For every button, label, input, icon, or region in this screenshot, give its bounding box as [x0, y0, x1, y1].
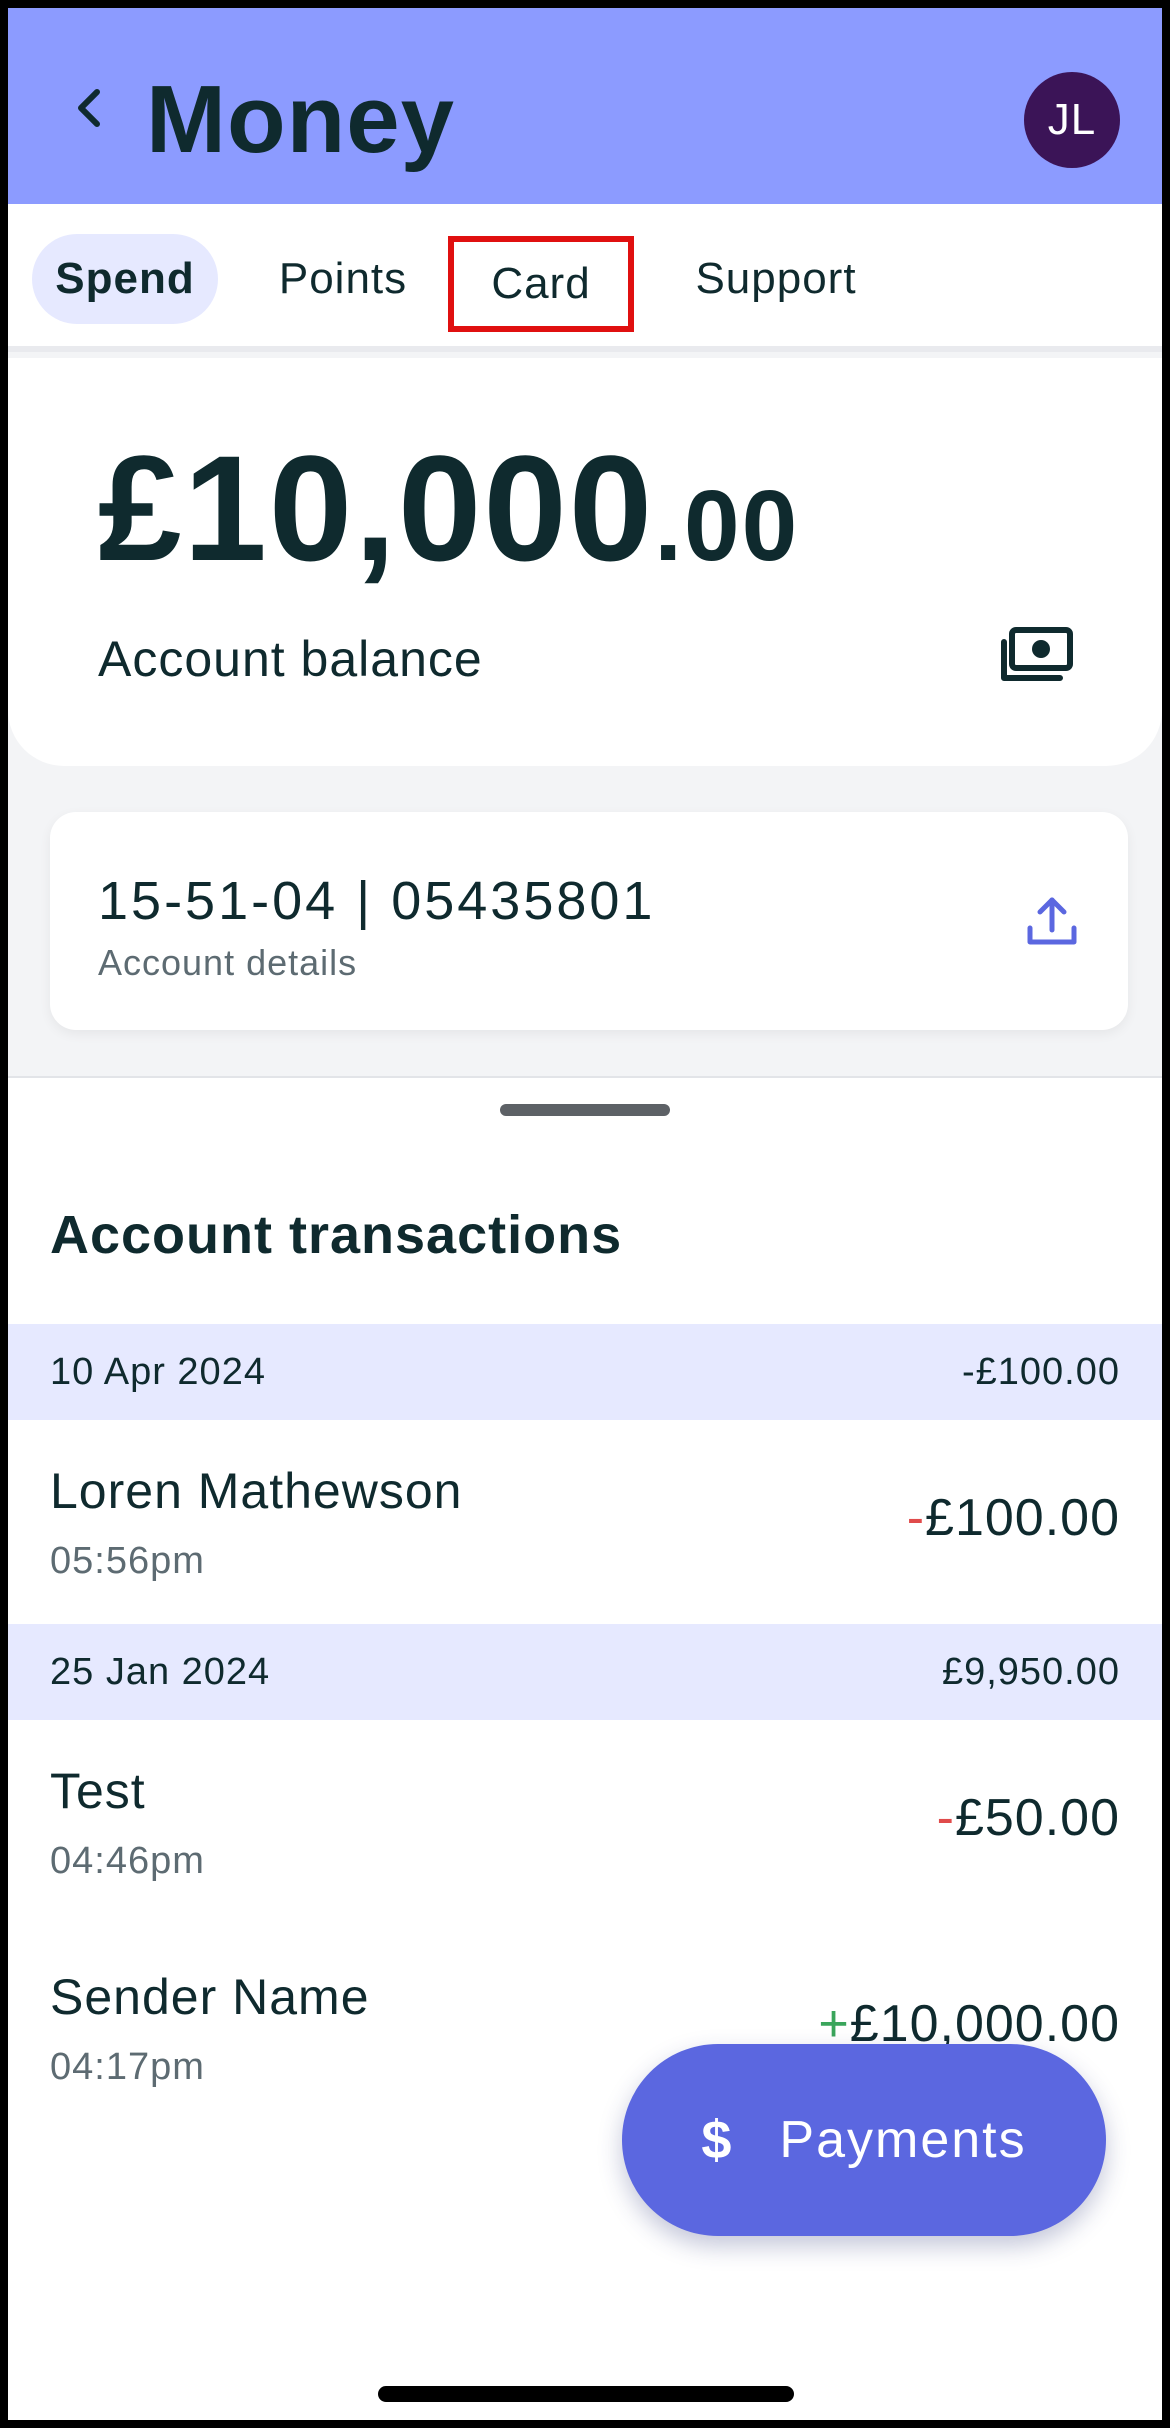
- balance-card: £10,000.00 Account balance: [8, 358, 1162, 766]
- date-header-date: 10 Apr 2024: [50, 1350, 266, 1393]
- transaction-amount: -£100.00: [907, 1488, 1120, 1548]
- home-indicator[interactable]: [378, 2386, 794, 2402]
- dollar-icon: $: [701, 2110, 734, 2170]
- balance-amount: £10,000.00: [98, 433, 799, 583]
- date-header-total: £9,950.00: [941, 1650, 1120, 1693]
- payments-button[interactable]: $ Payments: [622, 2044, 1106, 2236]
- amount-value: £100.00: [925, 1489, 1120, 1547]
- tab-spend[interactable]: Spend: [32, 234, 218, 324]
- transaction-row[interactable]: Loren Mathewson 05:56pm -£100.00: [8, 1420, 1162, 1620]
- transactions-title: Account transactions: [50, 1205, 623, 1265]
- balance-amount-main: £10,000: [98, 424, 655, 592]
- transaction-name: Loren Mathewson: [50, 1463, 463, 1519]
- share-upload-icon[interactable]: [1022, 892, 1082, 952]
- cash-icon[interactable]: [998, 626, 1074, 686]
- transaction-amount: -£50.00: [937, 1788, 1120, 1848]
- app-header: Money JL: [8, 8, 1162, 204]
- account-details-card[interactable]: 15-51-04 | 05435801 Account details: [50, 812, 1128, 1030]
- amount-sign: -: [936, 1789, 955, 1847]
- transaction-time: 05:56pm: [50, 1540, 205, 1582]
- transaction-name: Test: [50, 1763, 146, 1819]
- account-details-label: Account details: [98, 942, 358, 983]
- sheet-drag-handle[interactable]: [500, 1104, 670, 1116]
- transaction-name: Sender Name: [50, 1969, 370, 2025]
- transaction-time: 04:17pm: [50, 2046, 205, 2088]
- back-button[interactable]: [58, 78, 118, 138]
- date-header-row: 10 Apr 2024 -£100.00: [8, 1324, 1162, 1420]
- payments-label: Payments: [779, 2111, 1027, 2169]
- transaction-time: 04:46pm: [50, 1840, 205, 1882]
- balance-label: Account balance: [98, 631, 483, 687]
- amount-value: £50.00: [954, 1789, 1120, 1847]
- chevron-left-icon: [78, 89, 100, 127]
- page-title: Money: [146, 66, 456, 173]
- date-header-row: 25 Jan 2024 £9,950.00: [8, 1624, 1162, 1720]
- amount-sign: -: [906, 1489, 926, 1547]
- tab-bar: Spend Points Card Support: [8, 204, 1162, 352]
- transaction-row[interactable]: Test 04:46pm -£50.00: [8, 1720, 1162, 1920]
- tab-points[interactable]: Points: [258, 234, 428, 324]
- date-header-total: -£100.00: [961, 1350, 1120, 1393]
- balance-amount-decimal: .00: [654, 470, 800, 582]
- tab-card[interactable]: Card: [448, 236, 634, 332]
- tab-support[interactable]: Support: [672, 234, 880, 324]
- app-frame: Money JL Spend Points Card Support £10,0…: [0, 0, 1170, 2428]
- date-header-date: 25 Jan 2024: [50, 1650, 271, 1693]
- account-number: 15-51-04 | 05435801: [98, 871, 656, 931]
- avatar[interactable]: JL: [1024, 72, 1120, 168]
